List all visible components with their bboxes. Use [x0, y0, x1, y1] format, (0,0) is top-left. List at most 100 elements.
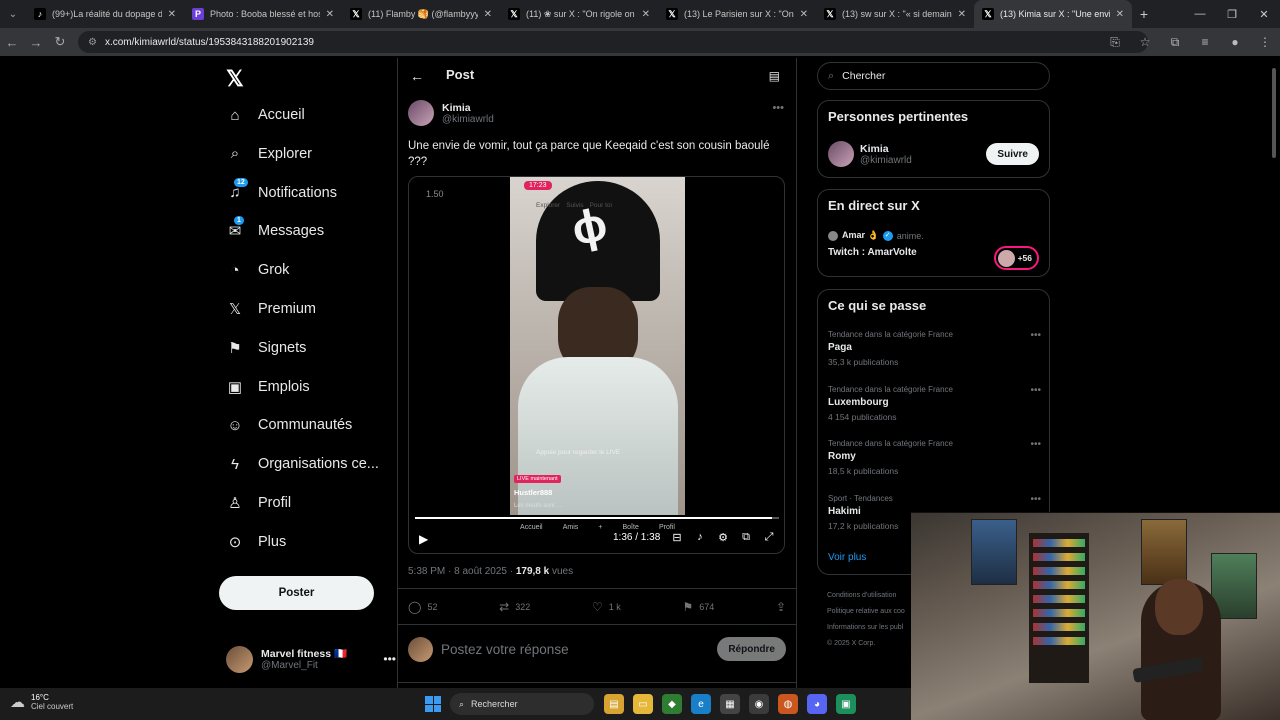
back-arrow-icon[interactable]: ←	[410, 68, 424, 84]
reply-input[interactable]: Postez votre réponse	[441, 642, 709, 657]
author-name[interactable]: Kimia	[442, 102, 494, 114]
weather-widget[interactable]: ☁ 16°C Ciel couvert	[10, 693, 73, 711]
play-icon[interactable]: ▶	[419, 532, 428, 546]
reply-button[interactable]: Répondre	[717, 637, 786, 661]
video-progress-bar[interactable]	[415, 517, 779, 519]
tab-search-icon[interactable]: ⌄	[0, 0, 26, 28]
back-icon[interactable]: ←	[0, 35, 24, 50]
see-more-link[interactable]: Voir plus	[828, 552, 866, 563]
post-author[interactable]: Kimia @kimiawrld	[408, 100, 494, 126]
account-switcher[interactable]: Marvel fitness 🇫🇷 @Marvel_Fit •••	[226, 644, 396, 674]
close-tab-icon[interactable]: ✕	[168, 9, 176, 20]
notification-badge: 1	[234, 216, 244, 226]
trend-more-icon[interactable]: •••	[1030, 439, 1041, 450]
bookmark-action[interactable]: ⚑ 674	[682, 600, 714, 614]
star-icon[interactable]: ☆	[1130, 35, 1160, 49]
browser-tab[interactable]: 𝕏 (13) Le Parisien sur X : "On a vu ✕	[658, 0, 816, 28]
repost-action[interactable]: ⇄ 322	[499, 600, 530, 614]
store-icon[interactable]: ▦	[720, 694, 740, 714]
sidebar-item-profil[interactable]: ♙ Profil	[226, 489, 291, 517]
trend-item[interactable]: Tendance dans la catégorie France Luxembo…	[828, 385, 1041, 422]
discord-icon[interactable]: ◕	[807, 694, 827, 714]
sidebar-item-accueil[interactable]: ⌂ Accueil	[226, 101, 304, 129]
like-action[interactable]: ♡ 1 k	[592, 600, 621, 614]
close-tab-icon[interactable]: ✕	[326, 9, 334, 20]
x-icon: 𝕏	[350, 8, 362, 20]
close-tab-icon[interactable]: ✕	[958, 9, 966, 20]
more-icon[interactable]: •••	[383, 652, 396, 666]
fullscreen-icon[interactable]: ⤢	[762, 531, 776, 544]
sidebar-item-emplois[interactable]: ▣ Emplois	[226, 373, 310, 401]
sidebar-item-premium[interactable]: 𝕏 Premium	[226, 295, 316, 323]
trend-category: Tendance dans la catégorie France	[828, 384, 953, 394]
browser-tab[interactable]: 𝕏 (11) ❀ sur X : "On rigole on rig ✕	[500, 0, 658, 28]
trend-item[interactable]: Tendance dans la catégorie France Romy 18,…	[828, 439, 1041, 476]
video-player[interactable]: 1.50 ɸ 17:23 Explorer Suivis Pour toi Ap…	[408, 176, 785, 554]
minimize-icon[interactable]: —	[1184, 0, 1216, 28]
close-window-icon[interactable]: ✕	[1248, 0, 1280, 28]
view-count: 179,8 k	[515, 566, 550, 577]
post-more-icon[interactable]: •••	[772, 102, 784, 114]
trend-more-icon[interactable]: •••	[1030, 385, 1041, 396]
folder-icon[interactable]: ▭	[633, 694, 653, 714]
sidebar-item-explorer[interactable]: ⌕ Explorer	[226, 140, 312, 168]
search-input[interactable]: ⌕ Chercher	[817, 62, 1050, 90]
trend-more-icon[interactable]: •••	[1030, 330, 1041, 341]
address-bar[interactable]: ⚙ x.com/kimiawrld/status/195384318820190…	[78, 31, 1148, 53]
tiktok-nav: Explorer Suivis Pour toi	[536, 202, 612, 209]
app-icon[interactable]: ▣	[836, 694, 856, 714]
browser-tab[interactable]: 𝕏 (11) Flamby 🥞 (@flambyyy_) / ✕	[342, 0, 500, 28]
menu-icon[interactable]: ⋮	[1250, 35, 1280, 49]
close-tab-icon[interactable]: ✕	[642, 9, 650, 20]
sidebar-item-communautés[interactable]: ☺ Communautés	[226, 411, 352, 439]
settings-icon[interactable]: ⚙	[716, 531, 730, 544]
reader-mode-icon[interactable]: ▤	[769, 69, 780, 83]
close-tab-icon[interactable]: ✕	[484, 9, 492, 20]
trend-item[interactable]: Tendance dans la catégorie France Paga 35,…	[828, 330, 1041, 367]
new-tab-button[interactable]: +	[1132, 6, 1156, 22]
trend-name: Luxembourg	[828, 396, 889, 408]
media-icon[interactable]: ≡	[1190, 35, 1220, 49]
trend-more-icon[interactable]: •••	[1030, 494, 1041, 505]
taskbar-search[interactable]: ⌕ Rechercher	[450, 693, 594, 715]
firefox-icon[interactable]: ◍	[778, 694, 798, 714]
sidebar-item-organisations-ce-[interactable]: ϟ Organisations ce...	[226, 450, 379, 478]
chrome-icon[interactable]: ◉	[749, 694, 769, 714]
sidebar-item-plus[interactable]: ⊙ Plus	[226, 528, 287, 556]
browser-tab[interactable]: 𝕏 (13) sw sur X : "« si demain ma ✕	[816, 0, 974, 28]
author-handle[interactable]: @kimiawrld	[442, 114, 494, 125]
x-logo-icon[interactable]: 𝕏	[226, 66, 244, 92]
live-card[interactable]: En direct sur X Amar 👌 ✓ anime. Twitch :…	[817, 189, 1050, 277]
nvidia-icon[interactable]: ◆	[662, 694, 682, 714]
sidebar-item-label: Explorer	[258, 145, 312, 162]
restore-icon[interactable]: ❐	[1216, 0, 1248, 28]
captions-icon[interactable]: ⊟	[670, 531, 684, 544]
relevant-person[interactable]: Kimia @kimiawrld	[828, 141, 912, 167]
follow-button[interactable]: Suivre	[986, 143, 1039, 165]
trend-category: Tendance dans la catégorie France	[828, 439, 953, 448]
sidebar-item-grok[interactable]: ◔ Grok	[226, 256, 289, 284]
browser-tab[interactable]: P Photo : Booba blessé et hospital ✕	[184, 0, 342, 28]
close-tab-icon[interactable]: ✕	[1116, 9, 1124, 20]
pip-icon[interactable]: ⧉	[739, 531, 753, 544]
profile-icon[interactable]: ●	[1220, 35, 1250, 49]
sidebar-item-messages[interactable]: ✉ 1 Messages	[226, 216, 324, 245]
forward-icon[interactable]: →	[24, 35, 48, 50]
sidebar-item-notifications[interactable]: ♫ 12 Notifications	[226, 177, 337, 207]
file-explorer-icon[interactable]: ▤	[604, 694, 624, 714]
post-button[interactable]: Poster	[219, 576, 374, 610]
site-info-icon[interactable]: ⚙	[88, 37, 97, 48]
close-tab-icon[interactable]: ✕	[800, 9, 808, 20]
install-icon[interactable]: ⎘	[1100, 35, 1130, 50]
sidebar-item-signets[interactable]: ⚑ Signets	[226, 334, 306, 362]
browser-tab[interactable]: ♪ (99+)La réalité du dopage dans ✕	[26, 0, 184, 28]
share-action[interactable]: ⇪	[776, 600, 786, 614]
extensions-icon[interactable]: ⧉	[1160, 35, 1190, 50]
reply-action[interactable]: ◯ 52	[408, 600, 437, 614]
reload-icon[interactable]: ↻	[48, 34, 72, 50]
start-button[interactable]	[425, 696, 441, 712]
volume-icon[interactable]: ♪	[693, 531, 707, 544]
author-avatar[interactable]	[408, 100, 434, 126]
edge-icon[interactable]: e	[691, 694, 711, 714]
browser-tab[interactable]: 𝕏 (13) Kimia sur X : "Une envie de ✕	[974, 0, 1132, 28]
